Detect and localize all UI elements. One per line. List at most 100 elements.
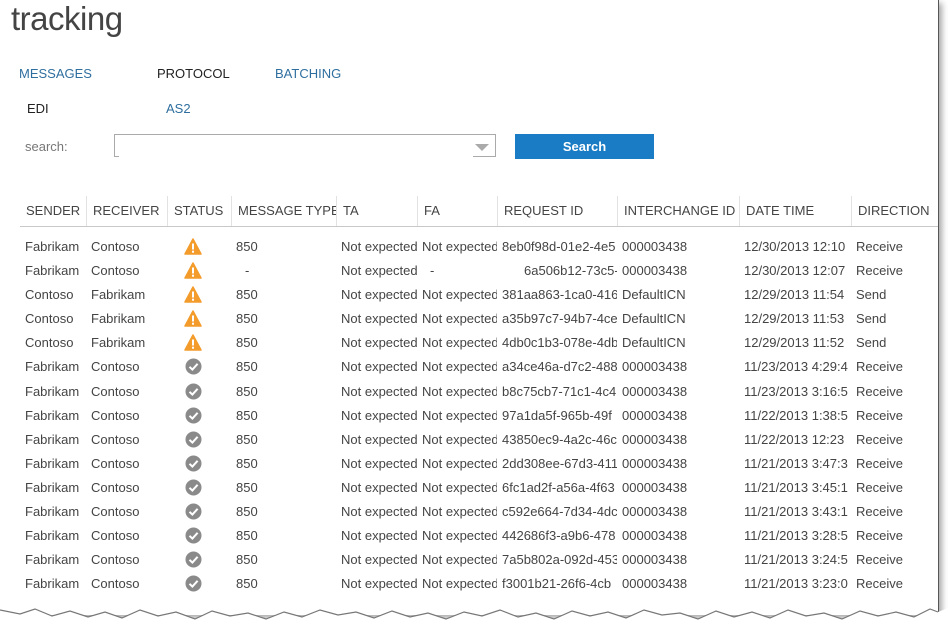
cell-interchange-id: 000003438 [622, 455, 688, 471]
search-button[interactable]: Search [515, 134, 654, 159]
column-header-fa[interactable]: FA [417, 196, 497, 226]
cell-fa: - [430, 263, 435, 279]
cell-direction: Receive [856, 455, 903, 471]
table-row[interactable]: Fabrikam Contoso 850 Not expected Not expect… [20, 404, 938, 428]
cell-sender: Fabrikam [25, 576, 80, 592]
cell-request-id: 381aa863-1ca0-416 [502, 287, 617, 303]
cell-message-type: 850 [236, 311, 258, 327]
column-header-message-type[interactable]: MESSAGE TYPE [231, 196, 336, 226]
tab-protocol[interactable]: PROTOCOL [157, 66, 230, 81]
cell-request-id: f3001b21-26f6-4cb [502, 576, 612, 592]
column-header-status[interactable]: STATUS [167, 196, 231, 226]
table-row[interactable]: Fabrikam Contoso - Not expected -6a506b12-73… [20, 259, 938, 283]
search-input[interactable] [119, 135, 473, 157]
table-row[interactable]: Fabrikam Contoso 850 Not expected Not expect… [20, 524, 938, 548]
cell-direction: Receive [856, 383, 903, 399]
column-header-receiver[interactable]: RECEIVER [86, 196, 167, 226]
cell-date-time: 11/21/2013 3:28:5 [744, 528, 848, 544]
cell-direction: Receive [856, 407, 903, 423]
cell-direction: Receive [856, 552, 903, 568]
check-icon [185, 383, 202, 400]
cell-ta: Not expected [341, 431, 417, 447]
chevron-down-icon[interactable] [475, 144, 489, 151]
cell-direction: Receive [856, 528, 903, 544]
cell-receiver: Fabrikam [91, 335, 146, 351]
cell-receiver: Contoso [91, 528, 140, 544]
cell-receiver: Contoso [91, 431, 140, 447]
column-header-interchange-id[interactable]: INTERCHANGE ID [617, 196, 739, 226]
status-cell [167, 452, 231, 476]
table-row[interactable]: Fabrikam Contoso 850 Not expected Not expect… [20, 476, 938, 500]
table-row[interactable]: Fabrikam Contoso 850 Not expected Not expect… [20, 500, 938, 524]
cell-message-type: 850 [236, 552, 258, 568]
subtab-as2[interactable]: AS2 [166, 101, 191, 116]
cell-message-type: - [245, 263, 250, 279]
table-body: Fabrikam Contoso 850 Not expected Not expect… [20, 235, 938, 596]
table-row[interactable]: Fabrikam Contoso 850 Not expected Not expect… [20, 355, 938, 379]
cell-date-time: 11/22/2013 12:23 [744, 431, 845, 447]
cell-ta: Not expected [341, 504, 417, 520]
column-header-request-id[interactable]: REQUEST ID [497, 196, 617, 226]
cell-fa: Not expected [422, 407, 497, 423]
cell-date-time: 12/30/2013 12:10 [744, 239, 846, 254]
cell-direction: Receive [856, 431, 903, 447]
tab-messages[interactable]: MESSAGES [19, 66, 92, 81]
column-header-ta[interactable]: TA [336, 196, 417, 226]
cell-ta: Not expected [341, 479, 417, 495]
cell-ta: Not expected [341, 287, 417, 303]
cell-request-id: 6a506b12-73c5-4d4 [524, 263, 617, 279]
table-row[interactable]: Contoso Fabrikam 850 Not expected Not expect… [20, 283, 938, 307]
cell-interchange-id: 000003438 [622, 359, 688, 375]
status-cell [167, 404, 231, 428]
cell-fa: Not expected [422, 359, 497, 375]
cell-receiver: Contoso [91, 576, 140, 592]
cell-message-type: 850 [236, 383, 258, 399]
cell-date-time: 11/21/2013 3:24:5 [744, 552, 848, 568]
cell-fa: Not expected [422, 479, 497, 495]
table-row[interactable]: Fabrikam Contoso 850 Not expected Not expect… [20, 380, 938, 404]
check-icon [185, 358, 202, 375]
table-row[interactable]: Fabrikam Contoso 850 Not expected Not expect… [20, 235, 938, 259]
subtab-edi[interactable]: EDI [27, 101, 49, 116]
cell-date-time: 11/23/2013 4:29:4 [744, 359, 848, 375]
column-header-direction[interactable]: DIRECTION [851, 196, 931, 226]
cell-interchange-id: 000003438 [622, 504, 688, 520]
cell-date-time: 12/30/2013 12:07 [744, 263, 846, 279]
cell-interchange-id: DefaultICN [622, 287, 686, 303]
table-row[interactable]: Fabrikam Contoso 850 Not expected Not expect… [20, 452, 938, 476]
table-row[interactable]: Contoso Fabrikam 850 Not expected Not expect… [20, 331, 938, 355]
cell-fa: Not expected [422, 239, 497, 254]
search-combobox[interactable] [114, 134, 496, 157]
warning-icon [184, 334, 202, 352]
cell-direction: Receive [856, 479, 903, 495]
warning-icon [184, 310, 202, 328]
column-header-date-time[interactable]: DATE TIME [739, 196, 851, 226]
cell-sender: Fabrikam [25, 479, 80, 495]
cell-message-type: 850 [236, 335, 258, 351]
cell-fa: Not expected [422, 552, 497, 568]
table-row[interactable]: Contoso Fabrikam 850 Not expected Not expect… [20, 307, 938, 331]
cell-request-id: a34ce46a-d7c2-488 [502, 359, 617, 375]
tab-batching[interactable]: BATCHING [275, 66, 341, 81]
cell-receiver: Contoso [91, 479, 140, 495]
cell-ta: Not expected [341, 383, 417, 399]
status-cell [167, 355, 231, 379]
table-row[interactable]: Fabrikam Contoso 850 Not expected Not expect… [20, 548, 938, 572]
status-cell [167, 548, 231, 572]
table-header: SENDER RECEIVER STATUS MESSAGE TYPE TA F… [20, 196, 938, 227]
table-row[interactable]: Fabrikam Contoso 850 Not expected Not expect… [20, 428, 938, 452]
cell-message-type: 850 [236, 479, 258, 495]
cell-fa: Not expected [422, 335, 497, 351]
cell-sender: Contoso [25, 287, 74, 303]
table-row[interactable]: Fabrikam Contoso 850 Not expected Not expect… [20, 572, 938, 596]
warning-icon [184, 238, 202, 255]
cell-ta: Not expected [341, 311, 417, 327]
cell-receiver: Contoso [91, 407, 140, 423]
cell-ta: Not expected [341, 407, 417, 423]
status-cell [167, 307, 231, 331]
column-header-sender[interactable]: SENDER [20, 196, 86, 226]
warning-icon [184, 262, 202, 279]
cell-direction: Send [856, 311, 887, 327]
cell-receiver: Contoso [91, 504, 140, 520]
cell-direction: Receive [856, 359, 903, 375]
